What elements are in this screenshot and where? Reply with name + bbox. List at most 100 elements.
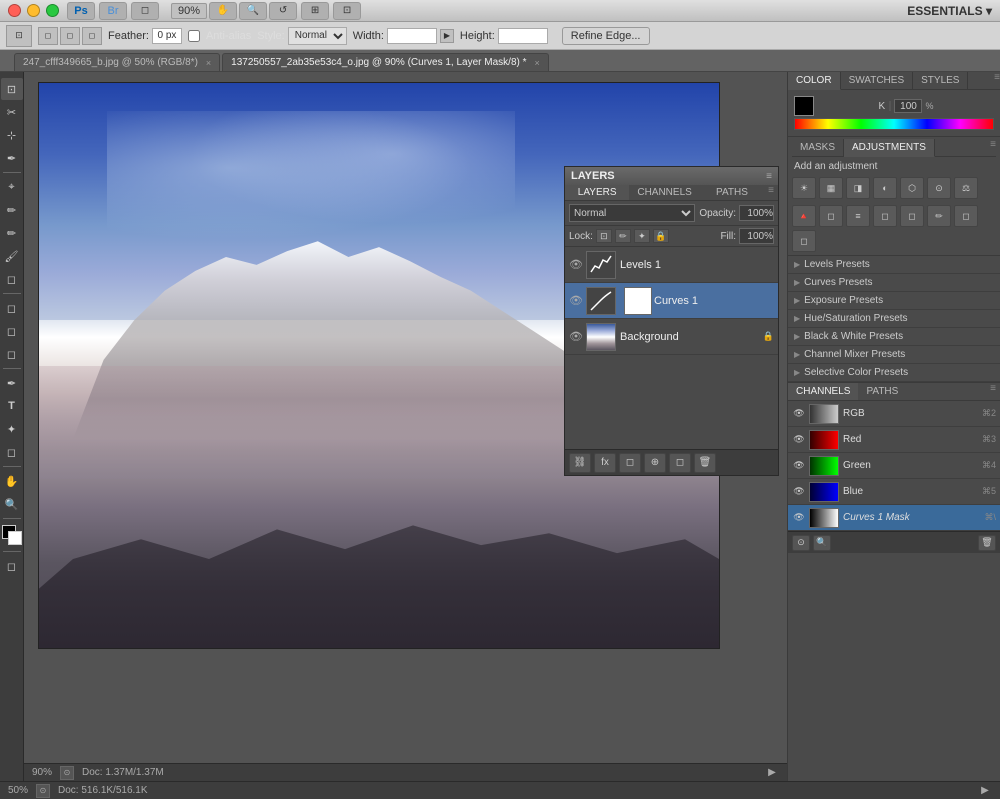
width-input[interactable] <box>387 28 437 44</box>
bottom-status-icon[interactable]: ⊙ <box>36 784 50 798</box>
tool-hand[interactable]: ✋ <box>1 470 23 492</box>
tab-paths[interactable]: PATHS <box>858 383 906 400</box>
tab-styles[interactable]: STYLES <box>913 72 968 89</box>
tool-shape[interactable]: ◻ <box>1 441 23 463</box>
channel-green-eye[interactable]: 👁 <box>792 459 806 473</box>
preset-bw[interactable]: ▶ Black & White Presets <box>788 328 1000 346</box>
close-button[interactable] <box>8 4 21 17</box>
feather-input[interactable] <box>152 28 182 44</box>
tool-dodge[interactable]: ◻ <box>1 343 23 365</box>
layer-trash-btn[interactable]: 🗑 <box>694 453 716 473</box>
tool-marquee[interactable]: ⊡ <box>1 78 23 100</box>
tool-eyedropper[interactable]: ✒ <box>1 147 23 169</box>
layer-fx-btn[interactable]: fx <box>594 453 616 473</box>
arrange-icon[interactable]: ⊞ <box>301 2 329 20</box>
layers-panel-close[interactable]: ≡ <box>766 171 772 182</box>
layer-link-btn[interactable]: ⛓ <box>569 453 591 473</box>
adj-invert[interactable]: ◻ <box>873 205 897 227</box>
adj-exposure[interactable]: ◐ <box>873 177 897 199</box>
layer-curves1-eye[interactable]: 👁 <box>569 294 583 308</box>
hand-icon[interactable]: ✋ <box>209 2 237 20</box>
layer-group-btn[interactable]: ◻ <box>669 453 691 473</box>
channel-curves-mask[interactable]: 👁 Curves 1 Mask ⌘\ <box>788 505 1000 531</box>
tab-adjustments[interactable]: ADJUSTMENTS <box>844 139 935 157</box>
tool-blur[interactable]: ◻ <box>1 320 23 342</box>
layer-adj-btn[interactable]: ⊕ <box>644 453 666 473</box>
layer-background[interactable]: 👁 Background 🔒 <box>565 319 778 355</box>
preset-levels[interactable]: ▶ Levels Presets <box>788 256 1000 274</box>
tool-history[interactable]: 🖌 <box>1 245 23 267</box>
refine-edge-button[interactable]: Refine Edge... <box>562 27 650 45</box>
chan-panel-menu[interactable]: ≡ <box>990 383 1000 400</box>
tab-first-close[interactable]: × <box>206 58 211 68</box>
preset-channel-mixer[interactable]: ▶ Channel Mixer Presets <box>788 346 1000 364</box>
style-select[interactable]: Normal <box>288 27 347 45</box>
fill-input[interactable] <box>739 228 774 244</box>
adj-threshold[interactable]: ✏ <box>927 205 951 227</box>
tab-first[interactable]: 247_cfff349665_b.jpg @ 50% (RGB/8*) × <box>14 53 220 71</box>
tool-clone[interactable]: ✏ <box>1 222 23 244</box>
tool-screen-mode[interactable]: ◻ <box>1 555 23 577</box>
antialias-checkbox[interactable] <box>188 30 200 42</box>
rotate-icon[interactable]: ↺ <box>269 2 297 20</box>
adj-selective-color[interactable]: ◻ <box>792 230 816 252</box>
lock-icon-2[interactable]: ✏ <box>615 229 631 243</box>
adj-hue-sat[interactable]: ⊙ <box>927 177 951 199</box>
chan-btn-2[interactable]: 🔍 <box>813 535 831 551</box>
channel-red-eye[interactable]: 👁 <box>792 433 806 447</box>
adj-curves[interactable]: ◨ <box>846 177 870 199</box>
layers-panel-menu[interactable]: ≡ <box>764 185 778 200</box>
tool-eraser[interactable]: ◻ <box>1 268 23 290</box>
lock-icon-1[interactable]: ⊡ <box>596 229 612 243</box>
color-spectrum[interactable] <box>794 118 994 130</box>
color-panel-menu[interactable]: ≡ <box>994 72 1000 89</box>
layer-levels1-eye[interactable]: 👁 <box>569 258 583 272</box>
adj-color-balance[interactable]: ⚖ <box>954 177 978 199</box>
layer-bg-eye[interactable]: 👁 <box>569 330 583 344</box>
layer-levels1[interactable]: 👁 Levels 1 <box>565 247 778 283</box>
maximize-button[interactable] <box>46 4 59 17</box>
channel-rgb-eye[interactable]: 👁 <box>792 407 806 421</box>
tab-masks[interactable]: MASKS <box>792 139 844 156</box>
preset-huesat[interactable]: ▶ Hue/Saturation Presets <box>788 310 1000 328</box>
channel-blue[interactable]: 👁 Blue ⌘5 <box>788 479 1000 505</box>
tab-second[interactable]: 137250557_2ab35e53c4_o.jpg @ 90% (Curves… <box>222 53 549 71</box>
tool-heal[interactable]: ⌖ <box>1 176 23 198</box>
adj-photo-filter[interactable]: ◻ <box>819 205 843 227</box>
window-icon[interactable]: ◻ <box>131 2 159 20</box>
tab-color[interactable]: COLOR <box>788 72 841 90</box>
layer-curves1-mask[interactable] <box>624 287 652 315</box>
adj-brightness[interactable]: ☀ <box>792 177 816 199</box>
channel-red[interactable]: 👁 Red ⌘3 <box>788 427 1000 453</box>
tool-lasso[interactable]: ✂ <box>1 101 23 123</box>
tool-zoom[interactable]: 🔍 <box>1 493 23 515</box>
tab-swatches[interactable]: SWATCHES <box>841 72 914 89</box>
background-color[interactable] <box>8 531 22 545</box>
preset-selective-color[interactable]: ▶ Selective Color Presets <box>788 364 1000 382</box>
layer-mask-btn[interactable]: ◻ <box>619 453 641 473</box>
preset-exposure[interactable]: ▶ Exposure Presets <box>788 292 1000 310</box>
tool-text[interactable]: T <box>1 395 23 417</box>
adj-bw[interactable]: 🔺 <box>792 205 816 227</box>
sel-preset-1[interactable]: ◻ <box>38 27 58 45</box>
tool-gradient[interactable]: ◻ <box>1 297 23 319</box>
canvas-nav-arrow[interactable]: ▶ <box>765 766 779 780</box>
channel-mask-eye[interactable]: 👁 <box>792 511 806 525</box>
height-input[interactable] <box>498 28 548 44</box>
tool-crop[interactable]: ⊹ <box>1 124 23 146</box>
adj-vibrance[interactable]: ⬡ <box>900 177 924 199</box>
tab-channels[interactable]: CHANNELS <box>788 383 858 400</box>
k-value[interactable] <box>894 99 922 113</box>
canvas-status-icon[interactable]: ⊙ <box>60 766 74 780</box>
zoom-icon[interactable]: 🔍 <box>239 2 267 20</box>
minimize-button[interactable] <box>27 4 40 17</box>
opacity-input[interactable] <box>739 205 774 221</box>
adj-posterize[interactable]: ◻ <box>900 205 924 227</box>
channel-blue-eye[interactable]: 👁 <box>792 485 806 499</box>
channel-green[interactable]: 👁 Green ⌘4 <box>788 453 1000 479</box>
tab-channels-floating[interactable]: CHANNELS <box>629 185 699 200</box>
bottom-nav-arrow[interactable]: ▶ <box>978 784 992 798</box>
chan-btn-trash[interactable]: 🗑 <box>978 535 996 551</box>
adj-channel-mixer[interactable]: ≡ <box>846 205 870 227</box>
essentials-button[interactable]: ESSENTIALS ▾ <box>907 4 992 18</box>
